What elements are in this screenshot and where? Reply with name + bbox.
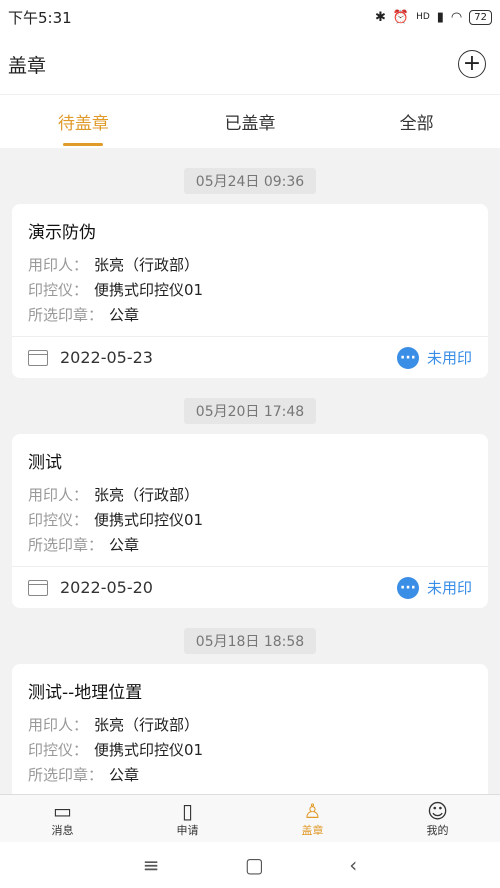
- user-value: 张亮（行政部）: [94, 716, 200, 734]
- record-title: 测试--地理位置: [28, 683, 143, 703]
- seal-label: 所选印章：: [28, 766, 104, 784]
- system-nav-bar: ≡ ▢ ‹: [0, 842, 500, 888]
- record-status: 未用印: [426, 349, 472, 367]
- menu-icon[interactable]: ≡: [143, 853, 160, 877]
- record-title: 测试: [28, 453, 62, 473]
- device-value: 便携式印控仪01: [94, 281, 204, 299]
- nav-label: 盖章: [301, 823, 324, 837]
- record-footer: 2022-05-23 ··· 未用印: [12, 336, 488, 378]
- record-seal-row: 所选印章： 公章: [28, 303, 472, 328]
- nav-label: 我的: [426, 823, 449, 837]
- device-label: 印控仪：: [28, 281, 89, 299]
- record-card[interactable]: 测试--地理位置 用印人： 张亮（行政部） 印控仪： 便携式印控仪01 所选印章： 公…: [12, 664, 488, 794]
- apply-icon: ▯: [181, 798, 193, 823]
- nav-label: 申请: [176, 823, 199, 837]
- record-status: 未用印: [426, 579, 472, 597]
- record-timestamp: 05月20日 17:48: [183, 398, 317, 424]
- record-list[interactable]: 05月24日 09:36 演示防伪 用印人： 张亮（行政部） 印控仪： 便携式印控仪…: [0, 148, 500, 794]
- message-icon: ▭: [53, 798, 72, 823]
- home-icon[interactable]: ▢: [245, 853, 264, 877]
- network-label: HD: [416, 12, 430, 22]
- device-label: 印控仪：: [28, 511, 89, 529]
- bluetooth-icon: ✱: [374, 9, 386, 25]
- record-user-row: 用印人： 张亮（行政部）: [28, 483, 472, 508]
- tab-stamped[interactable]: 已盖章: [167, 95, 334, 148]
- record-title: 演示防伪: [28, 223, 96, 243]
- seal-value: 公章: [109, 306, 140, 324]
- record-seal-row: 所选印章： 公章: [28, 533, 472, 558]
- record-timestamp: 05月24日 09:36: [183, 168, 317, 194]
- tab-all[interactable]: 全部: [333, 95, 500, 148]
- back-icon[interactable]: ‹: [349, 853, 357, 877]
- record-device-row: 印控仪： 便携式印控仪01: [28, 738, 472, 763]
- record-date: 2022-05-23: [60, 348, 153, 367]
- user-label: 用印人：: [28, 256, 89, 274]
- device-label: 印控仪：: [28, 741, 89, 759]
- more-dots-icon: ···: [396, 576, 419, 599]
- alarm-icon: ⏰: [392, 9, 410, 25]
- seal-value: 公章: [109, 766, 140, 784]
- nav-stamp[interactable]: ♙ 盖章: [250, 795, 375, 842]
- more-dots-icon: ···: [396, 346, 419, 369]
- record-card[interactable]: 演示防伪 用印人： 张亮（行政部） 印控仪： 便携式印控仪01 所选印章： 公章 20…: [12, 204, 488, 378]
- nav-messages[interactable]: ▭ 消息: [0, 795, 125, 842]
- device-value: 便携式印控仪01: [94, 511, 204, 529]
- user-value: 张亮（行政部）: [94, 486, 200, 504]
- record-card[interactable]: 测试 用印人： 张亮（行政部） 印控仪： 便携式印控仪01 所选印章： 公章 2022…: [12, 434, 488, 608]
- record-timestamp: 05月18日 18:58: [183, 628, 317, 654]
- record-device-row: 印控仪： 便携式印控仪01: [28, 278, 472, 303]
- profile-icon: ☺: [427, 798, 448, 823]
- page-title: 盖章: [8, 54, 47, 77]
- seal-label: 所选印章：: [28, 536, 104, 554]
- signal-icon: ▮: [436, 9, 444, 25]
- nav-label: 消息: [51, 823, 74, 837]
- add-button[interactable]: +: [458, 50, 486, 78]
- record-date: 2022-05-20: [60, 578, 153, 597]
- nav-apply[interactable]: ▯ 申请: [125, 795, 250, 842]
- seal-value: 公章: [109, 536, 140, 554]
- calendar-icon: [28, 579, 48, 596]
- tab-pending[interactable]: 待盖章: [0, 95, 167, 148]
- user-value: 张亮（行政部）: [94, 256, 200, 274]
- status-time: 下午5:31: [8, 8, 72, 27]
- bottom-nav: ▭ 消息 ▯ 申请 ♙ 盖章 ☺ 我的: [0, 794, 500, 842]
- app-header: 盖章 +: [0, 34, 500, 94]
- user-label: 用印人：: [28, 716, 89, 734]
- status-bar: 下午5:31 ✱ ⏰ HD ▮ ◠ 72: [0, 0, 500, 34]
- nav-profile[interactable]: ☺ 我的: [375, 795, 500, 842]
- seal-label: 所选印章：: [28, 306, 104, 324]
- device-value: 便携式印控仪01: [94, 741, 204, 759]
- tab-bar: 待盖章 已盖章 全部: [0, 94, 500, 148]
- wifi-icon: ◠: [450, 9, 463, 25]
- record-device-row: 印控仪： 便携式印控仪01: [28, 508, 472, 533]
- status-icons: ✱ ⏰ HD ▮ ◠ 72: [374, 9, 492, 25]
- record-user-row: 用印人： 张亮（行政部）: [28, 253, 472, 278]
- battery-icon: 72: [469, 9, 492, 25]
- record-user-row: 用印人： 张亮（行政部）: [28, 713, 472, 738]
- record-seal-row: 所选印章： 公章: [28, 763, 472, 788]
- calendar-icon: [28, 349, 48, 366]
- record-footer: 2022-05-20 ··· 未用印: [12, 566, 488, 608]
- user-label: 用印人：: [28, 486, 89, 504]
- stamp-icon: ♙: [303, 798, 322, 823]
